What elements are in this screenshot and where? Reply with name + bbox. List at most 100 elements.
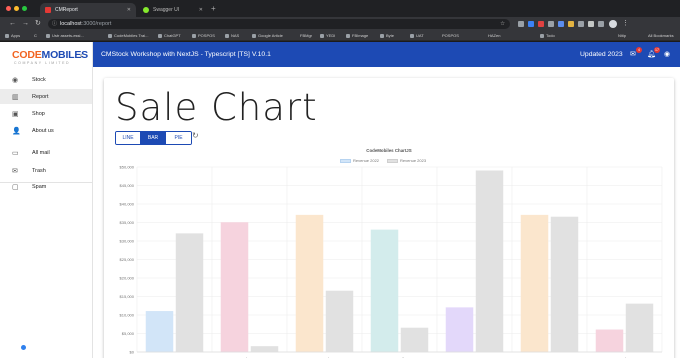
y-tick-label: $25,000 [120,257,135,262]
site-info-icon[interactable]: ⓘ [52,19,57,29]
bar-revenue-2023 [400,327,429,353]
maximize-window-icon[interactable] [22,6,27,11]
bookmark-item[interactable]: CodeMobiles Trai... [108,32,148,40]
close-tab-icon[interactable]: ✕ [127,7,131,13]
extension-icon[interactable] [578,21,584,27]
sidebar-item-label: Stock [32,76,46,83]
bookmark-item[interactable]: C [34,32,37,40]
browser-tab-bar: CMReport ✕ Swagger UI ✕ + [0,0,680,17]
swagger-favicon-icon [143,7,149,13]
bar-revenue-2023 [175,233,204,353]
chevron-left-icon[interactable]: ‹ [80,51,83,60]
app-title: CMStock Workshop with NextJS - Typescrip… [101,51,271,58]
bookmark-item[interactable]: POSPOS [192,32,215,40]
report-icon: ▥ [12,93,19,101]
bookmark-item[interactable]: ChatGPT [158,32,181,40]
sidebar-item-label: Report [32,93,49,100]
shop-icon: ▣ [12,110,19,118]
updated-label: Updated 2023 [580,51,623,58]
brand-part1: CODE [12,49,42,61]
tab-cmreport[interactable]: CMReport ✕ [40,3,136,17]
profile-avatar[interactable] [609,20,617,28]
bookmark-item[interactable]: Todo [540,32,555,40]
extension-icon[interactable] [528,21,534,27]
extension-icon[interactable] [518,21,524,27]
bookmark-item[interactable]: FBImage [346,32,368,40]
app-root: CODEMOBILES COMPANY LIMITED ‹ ◉ Stock ▥ … [0,42,680,358]
url-path: :3000/report [81,21,112,27]
spam-icon: ▢ [12,183,19,191]
brand-logo[interactable]: CODEMOBILES [12,49,88,61]
sidebar-item-all-mail[interactable]: ▭ All mail [0,145,92,160]
y-tick-label: $40,000 [120,202,135,207]
browser-toolbar: ← → ↻ ⓘ localhost:3000/report ☆ ⋮ [0,17,680,31]
y-tick-label: $50,000 [120,165,135,170]
bar-revenue-2023 [625,303,654,353]
address-bar[interactable]: ⓘ localhost:3000/report ☆ [48,19,510,29]
bookmark-item[interactable]: NAS [225,32,239,40]
y-tick-label: $15,000 [120,294,135,299]
bookmark-item[interactable]: YEDI [320,32,335,40]
sidebar-item-report[interactable]: ▥ Report [0,89,92,104]
tab-title: Swagger UI [153,7,180,13]
bar-revenue-2022 [595,329,624,353]
y-tick-label: $35,000 [120,220,135,225]
notification-badge: 17 [654,47,660,53]
bookmark-all[interactable]: All Bookmarks [648,32,674,40]
bar-revenue-2023 [250,346,279,353]
tab-title: CMReport [55,7,78,13]
bar-revenue-2022 [220,222,249,353]
bookmark-item[interactable]: Byte [380,32,394,40]
extension-icon[interactable] [538,21,544,27]
extension-icon[interactable] [548,21,554,27]
sidebar-item-spam[interactable]: ▢ Spam [0,179,92,194]
puzzle-icon[interactable] [598,21,604,27]
bookmark-apps[interactable]: Apps [5,32,20,40]
close-tab-icon[interactable]: ✕ [199,7,203,13]
mail-icon[interactable]: ✉ [630,50,636,58]
sidebar-item-label: Spam [32,183,47,190]
trash-icon: ✉ [12,167,18,175]
bar-revenue-2023 [475,170,504,353]
menu-dots-icon[interactable]: ⋮ [622,19,629,29]
person-icon: 👤 [12,127,21,135]
sidebar-item-label: About us [32,127,54,134]
bookmark-item[interactable]: FBMgr [300,32,312,40]
close-window-icon[interactable] [6,6,11,11]
bookmark-item[interactable]: POSPOS [442,32,459,40]
bookmark-item[interactable]: Nitip [618,32,626,40]
bookmark-item[interactable]: Ustr assets-essi... [46,32,84,40]
reload-icon[interactable]: ↻ [35,19,41,29]
bar-revenue-2022 [445,307,474,353]
bar-revenue-2022 [370,229,399,353]
sidebar-item-label: All mail [32,149,50,156]
bookmark-item[interactable]: Google Article [252,32,283,40]
y-tick-label: $5,000 [122,331,135,336]
bar-chart: $0 $5,000 $10,000 $15,000 $20,000 $25,000 $30,… [120,165,663,358]
status-dot [21,345,26,350]
bar-revenue-2022 [295,214,324,353]
bar-revenue-2022 [145,311,174,353]
minimize-window-icon[interactable] [14,6,19,11]
extension-icon[interactable] [558,21,564,27]
bookmark-item[interactable]: UAT [410,32,424,40]
bookmark-star-icon[interactable]: ☆ [500,19,505,29]
y-tick-label: $20,000 [120,276,135,281]
bookmarks-bar: Apps C Ustr assets-essi... CodeMobiles T… [0,31,680,41]
extension-icon[interactable] [568,21,574,27]
favicon-icon [45,7,51,13]
sidebar-item-about[interactable]: 👤 About us [0,123,92,138]
y-tick-label: $10,000 [120,313,135,318]
account-icon[interactable]: ◉ [664,50,670,58]
back-icon[interactable]: ← [9,19,16,29]
mail-badge: 4 [636,47,642,53]
forward-icon[interactable]: → [22,19,29,29]
new-tab-icon[interactable]: + [211,4,216,13]
sidebar-item-trash[interactable]: ✉ Trash [0,163,92,178]
bookmark-item[interactable]: HAZen [488,32,500,40]
sidebar-item-shop[interactable]: ▣ Shop [0,106,92,121]
extension-icon[interactable] [588,21,594,27]
tab-swagger[interactable]: Swagger UI ✕ [138,3,208,17]
sidebar-item-stock[interactable]: ◉ Stock [0,72,92,87]
app-header: CMStock Workshop with NextJS - Typescrip… [93,42,680,67]
